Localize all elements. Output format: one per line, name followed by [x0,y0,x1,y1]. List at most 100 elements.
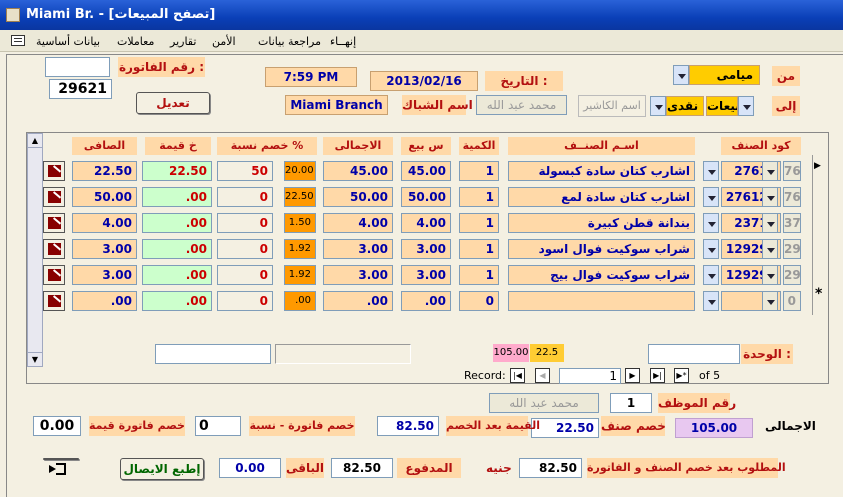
cell-pct[interactable]: 50 [217,161,273,181]
code-dropdown-icon[interactable] [703,239,719,259]
code-dropdown-icon[interactable] [703,187,719,207]
menu-bar: إنهــاء مراجعة بيانات الأمن تقارير معامل… [0,30,843,52]
menu-exit[interactable]: إنهــاء [330,35,356,48]
menu-master-data[interactable]: بيانات أساسية [36,35,100,48]
cell-disc[interactable]: .00 [142,213,212,233]
cell-price[interactable]: .00 [401,291,451,311]
delete-row-icon[interactable] [43,213,65,233]
cell-name[interactable]: شراب سوكيت فوال بيج [508,265,695,285]
cell-name[interactable]: اشارب كتان سادة كبسولة [508,161,695,181]
payment-dropdown-icon[interactable] [650,96,666,116]
cell-total[interactable]: 3.00 [323,265,393,285]
menu-security[interactable]: الأمن [212,35,236,48]
first-record-icon[interactable]: |◀ [510,368,525,383]
delete-row-icon[interactable] [43,161,65,181]
from-dropdown-icon[interactable] [673,65,689,85]
cell-price[interactable]: 4.00 [401,213,451,233]
invoice-percent-discount-field[interactable]: 0 [195,416,241,436]
cell-total[interactable]: 4.00 [323,213,393,233]
date-label: التاريخ : [485,71,563,91]
cell-total[interactable]: 50.00 [323,187,393,207]
last-record-icon[interactable]: ▶| [650,368,665,383]
vertical-scrollbar[interactable]: ▲ ▼ [27,133,43,367]
to-type-select[interactable]: بيعات [706,96,738,116]
paid-field[interactable]: 82.50 [331,458,393,478]
invoice-top-field[interactable] [45,57,110,77]
flag-dropdown-icon[interactable] [762,161,778,181]
cell-name[interactable]: شراب سوكيت فوال اسود [508,239,695,259]
cell-pct[interactable]: 0 [217,187,273,207]
cell-disc[interactable]: .00 [142,291,212,311]
date-field[interactable]: 2013/02/16 [370,71,478,91]
cell-qty[interactable]: 1 [459,161,499,181]
cell-disc[interactable]: .00 [142,187,212,207]
window-label: اسم الشباك [402,95,473,115]
cell-qty[interactable]: 1 [459,265,499,285]
cell-net[interactable]: 4.00 [72,213,137,233]
menu-data-review[interactable]: مراجعة بيانات [258,35,321,48]
cell-qty[interactable]: 1 [459,239,499,259]
flag-dropdown-icon[interactable] [762,265,778,285]
cell-net[interactable]: 3.00 [72,265,137,285]
to-dropdown-icon[interactable] [738,96,754,116]
flag-dropdown-icon[interactable] [762,213,778,233]
cell-pct[interactable]: 0 [217,291,273,311]
cell-total[interactable]: 3.00 [323,239,393,259]
new-record-icon[interactable]: ▶* [674,368,689,383]
exit-button[interactable] [43,458,79,475]
cell-price[interactable]: 50.00 [401,187,451,207]
cell-name[interactable]: اشارب كتان سادة لمع [508,187,695,207]
cell-pct[interactable]: 0 [217,265,273,285]
delete-row-icon[interactable] [43,187,65,207]
scroll-up-icon[interactable]: ▲ [28,134,42,148]
code-dropdown-icon[interactable] [703,213,719,233]
cell-net[interactable]: 3.00 [72,239,137,259]
employee-number-field[interactable]: 1 [610,393,652,413]
menu-reports[interactable]: تقارير [170,35,196,48]
menu-transactions[interactable]: معاملات [117,35,154,48]
cell-pct[interactable]: 0 [217,239,273,259]
cell-total[interactable]: 45.00 [323,161,393,181]
cell-net[interactable]: 22.50 [72,161,137,181]
cell-disc[interactable]: 22.50 [142,161,212,181]
print-receipt-button[interactable]: إطبع الايصال [120,458,204,480]
flag-dropdown-icon[interactable] [762,187,778,207]
document-menu-icon[interactable] [11,35,25,46]
previous-record-icon[interactable]: ◀ [535,368,550,383]
delete-row-icon[interactable] [43,239,65,259]
unit-field[interactable] [648,344,740,364]
flag-dropdown-icon[interactable] [762,291,778,311]
code-dropdown-icon[interactable] [703,291,719,311]
cell-qty[interactable]: 1 [459,187,499,207]
cell-net[interactable]: 50.00 [72,187,137,207]
edit-button[interactable]: تعديل [136,92,210,114]
unit-label: الوحدة : [741,344,793,364]
cell-price[interactable]: 3.00 [401,265,451,285]
cell-net[interactable]: .00 [72,291,137,311]
delete-row-icon[interactable] [43,265,65,285]
invoice-number-field[interactable]: 29621 [49,79,112,99]
payment-type-select[interactable]: ع نقدى [666,96,704,116]
cell-qty[interactable]: 1 [459,213,499,233]
cell-qty[interactable]: 0 [459,291,499,311]
invoice-value-discount-field[interactable]: 0.00 [33,416,81,436]
code-dropdown-icon[interactable] [703,265,719,285]
code-dropdown-icon[interactable] [703,161,719,181]
cell-pct[interactable]: 0 [217,213,273,233]
cell-price[interactable]: 45.00 [401,161,451,181]
delete-row-icon[interactable] [43,291,65,311]
cell-name[interactable]: بندانة قطن كبيرة [508,213,695,233]
scroll-down-icon[interactable]: ▼ [28,352,42,366]
cell-price[interactable]: 3.00 [401,239,451,259]
from-branch-select[interactable]: ميامى [689,65,760,85]
cell-orange: .00 [284,291,316,311]
cell-total[interactable]: .00 [323,291,393,311]
flag-dropdown-icon[interactable] [762,239,778,259]
footer-sunken-panel [275,344,411,364]
cell-disc[interactable]: .00 [142,239,212,259]
cell-name[interactable] [508,291,695,311]
items-grid: ▲ ▼ الصافى خ قيمة خصم نسبة % الاجمالى س … [26,132,829,384]
record-number-field[interactable]: 1 [559,368,621,384]
next-record-icon[interactable]: ▶ [625,368,640,383]
cell-disc[interactable]: .00 [142,265,212,285]
